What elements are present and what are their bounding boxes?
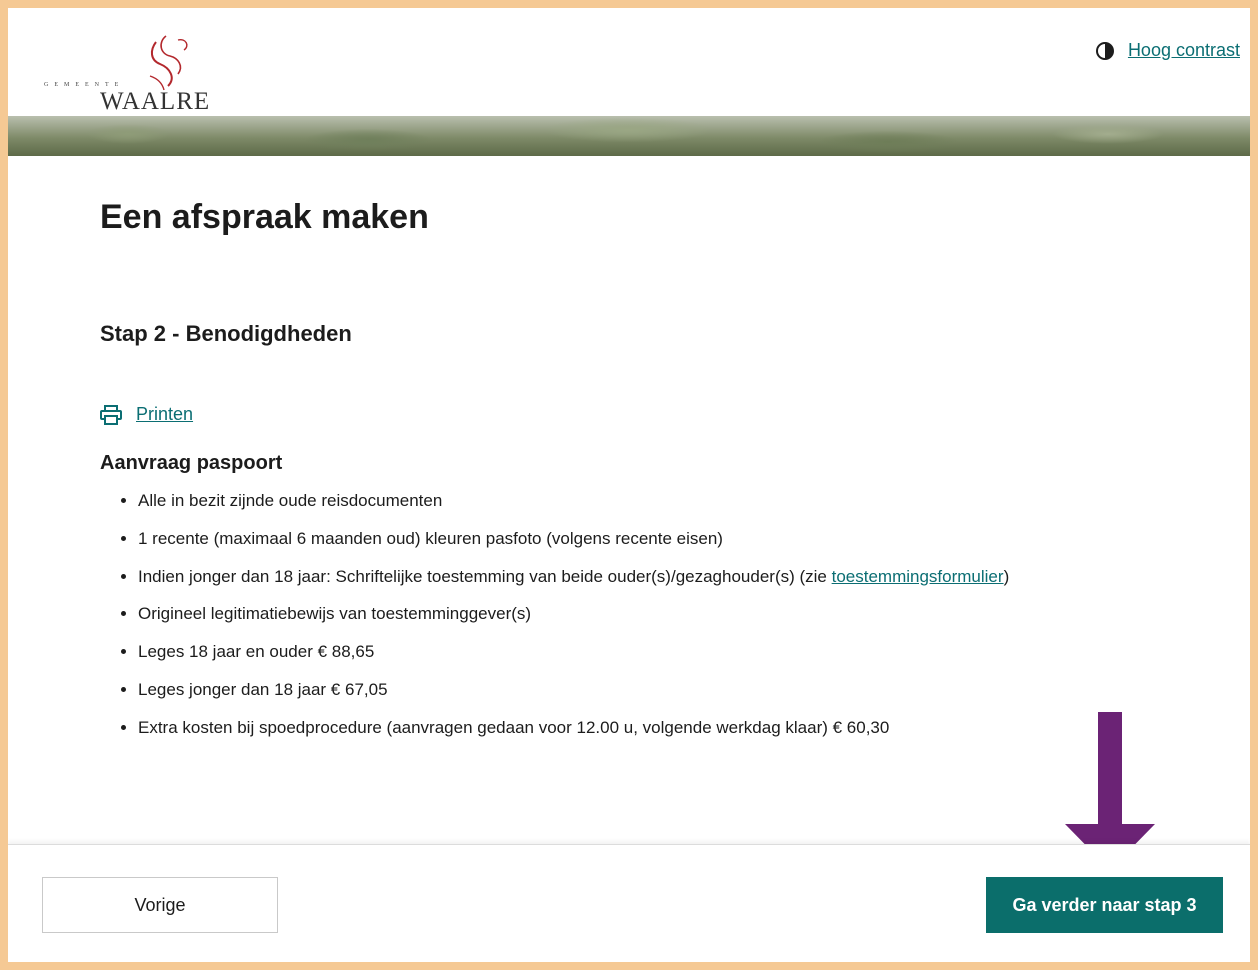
requirements-list: Alle in bezit zijnde oude reisdocumenten… [100,482,1238,747]
footer-nav: Vorige Ga verder naar stap 3 [8,844,1250,962]
list-item: Origineel legitimatiebewijs van toestemm… [138,595,1238,633]
list-item: Leges jonger dan 18 jaar € 67,05 [138,671,1238,709]
list-item: Alle in bezit zijnde oude reisdocumenten [138,482,1238,520]
printer-icon [100,404,122,425]
page-title: Een afspraak maken [100,198,429,236]
contrast-icon [1095,41,1114,60]
list-item-text: Indien jonger dan 18 jaar: Schriftelijke… [138,566,832,586]
list-item: Indien jonger dan 18 jaar: Schriftelijke… [138,558,1238,596]
page-frame: GEMEENTE WAALRE Hoog contrast Een afspra… [8,8,1250,962]
step-title: Stap 2 - Benodigdheden [100,321,352,346]
main-content: Een afspraak maken Stap 2 - Benodigdhede… [100,198,1220,737]
high-contrast-toggle[interactable]: Hoog contrast [1095,40,1240,61]
consent-form-link[interactable]: toestemmingsformulier [832,567,1004,586]
header-banner-image [8,116,1250,156]
list-item: Leges 18 jaar en ouder € 88,65 [138,633,1238,671]
next-step-button[interactable]: Ga verder naar stap 3 [986,877,1223,933]
logo-waalre-text: WAALRE [100,88,211,115]
list-item: 1 recente (maximaal 6 maanden oud) kleur… [138,520,1238,558]
print-link-row[interactable]: Printen [100,404,193,425]
section-title: Aanvraag paspoort [100,452,283,474]
logo[interactable]: GEMEENTE WAALRE [38,20,248,115]
previous-button[interactable]: Vorige [42,877,278,933]
print-link[interactable]: Printen [136,404,193,425]
high-contrast-link[interactable]: Hoog contrast [1128,40,1240,61]
list-item-text-end: ) [1003,566,1010,586]
